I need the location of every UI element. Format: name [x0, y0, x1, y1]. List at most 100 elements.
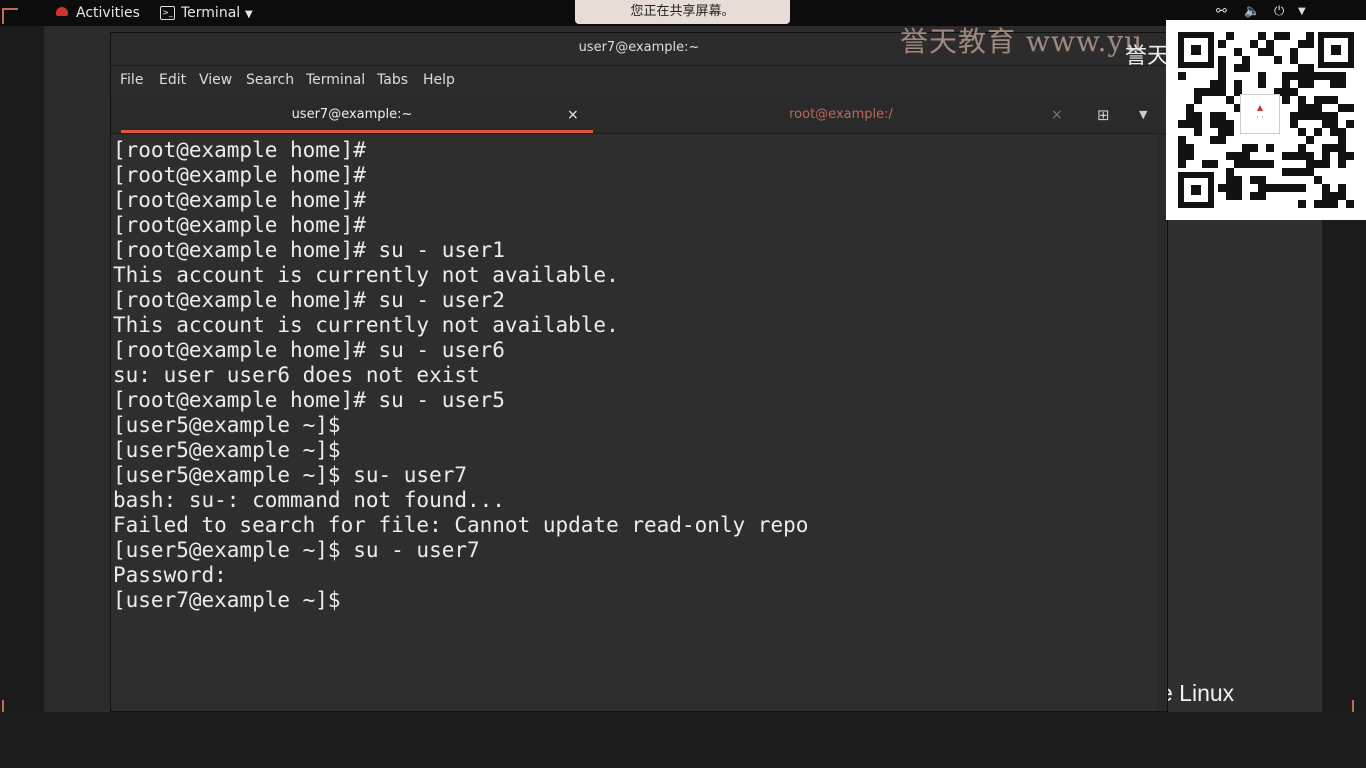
qr-finder — [1178, 32, 1214, 68]
qr-module — [1250, 192, 1258, 200]
close-icon[interactable]: × — [1051, 97, 1063, 133]
qr-module — [1306, 104, 1314, 112]
terminal-window[interactable]: user7@example:~ File Edit View Search Te… — [110, 32, 1168, 712]
qr-module — [1338, 128, 1346, 136]
qr-module — [1338, 144, 1346, 152]
qr-module — [1306, 80, 1314, 88]
qr-module — [1330, 192, 1338, 200]
system-menu-chevron-icon[interactable]: ▼ — [1298, 6, 1306, 17]
active-tab-indicator — [121, 130, 593, 133]
background-brand-text: e Linux — [1160, 680, 1235, 706]
qr-module — [1218, 72, 1226, 80]
qr-module — [1210, 88, 1218, 96]
watermark-partial: 誉天 — [1125, 44, 1170, 69]
terminal-line: Failed to search for file: Cannot update… — [113, 513, 809, 537]
qr-module — [1298, 152, 1306, 160]
qr-module — [1250, 160, 1258, 168]
qr-module — [1314, 176, 1322, 184]
terminal-line: [user7@example ~]$ — [113, 588, 341, 612]
qr-module — [1218, 64, 1226, 72]
menu-bar: File Edit View Search Terminal Tabs Help — [111, 66, 1167, 96]
qr-module — [1266, 48, 1274, 56]
menu-edit[interactable]: Edit — [159, 72, 186, 88]
qr-module — [1226, 96, 1234, 104]
activities-button[interactable]: Activities — [76, 3, 140, 23]
volume-icon[interactable]: 🔈 — [1244, 4, 1260, 19]
qr-module — [1226, 152, 1234, 160]
power-icon[interactable]: ⏻ — [1274, 4, 1284, 19]
qr-module — [1282, 152, 1290, 160]
terminal-line: [user5@example ~]$ — [113, 438, 341, 462]
qr-module — [1226, 192, 1234, 200]
qr-module — [1250, 144, 1258, 152]
qr-module — [1338, 184, 1346, 192]
qr-module — [1226, 128, 1234, 136]
qr-module — [1186, 152, 1194, 160]
network-icon[interactable]: ⚯ — [1216, 4, 1227, 19]
qr-module — [1306, 64, 1314, 72]
qr-module — [1322, 200, 1330, 208]
qr-module — [1258, 176, 1266, 184]
qr-module — [1202, 160, 1210, 168]
menu-help[interactable]: Help — [423, 72, 455, 88]
qr-module — [1258, 48, 1266, 56]
qr-module — [1330, 112, 1338, 120]
qr-module — [1266, 144, 1274, 152]
qr-module — [1298, 80, 1306, 88]
menu-file[interactable]: File — [120, 72, 143, 88]
chevron-down-icon[interactable]: ▼ — [245, 5, 253, 25]
tab-user7[interactable]: user7@example:~ × — [111, 97, 593, 133]
qr-module — [1178, 152, 1186, 160]
qr-module — [1298, 168, 1306, 176]
menu-tabs[interactable]: Tabs — [377, 72, 408, 88]
qr-module — [1314, 104, 1322, 112]
qr-module — [1194, 112, 1202, 120]
qr-module — [1218, 56, 1226, 64]
qr-module — [1258, 184, 1266, 192]
qr-module — [1218, 112, 1226, 120]
qr-module — [1330, 128, 1338, 136]
qr-module — [1186, 112, 1194, 120]
qr-module — [1298, 64, 1306, 72]
terminal-line: [root@example home]# — [113, 188, 366, 212]
scrollbar[interactable] — [1157, 134, 1167, 710]
close-icon[interactable]: × — [567, 97, 579, 133]
qr-module — [1194, 128, 1202, 136]
qr-module — [1234, 176, 1242, 184]
terminal-line: [user5@example ~]$ — [113, 413, 341, 437]
qr-module — [1258, 32, 1266, 40]
qr-module — [1290, 88, 1298, 96]
qr-module — [1234, 152, 1242, 160]
app-menu-terminal[interactable]: Terminal — [181, 3, 240, 23]
qr-module — [1210, 160, 1218, 168]
terminal-output[interactable]: [root@example home]# [root@example home]#… — [111, 134, 1165, 710]
tab-menu-chevron-icon[interactable]: ▼ — [1139, 97, 1147, 133]
qr-module — [1250, 176, 1258, 184]
tab-root[interactable]: root@example:/ × — [593, 97, 1089, 133]
terminal-line: This account is currently not available. — [113, 263, 619, 287]
qr-module — [1242, 56, 1250, 64]
qr-module — [1258, 72, 1266, 80]
qr-module — [1322, 192, 1330, 200]
menu-view[interactable]: View — [199, 72, 232, 88]
qr-module — [1330, 144, 1338, 152]
qr-module — [1258, 192, 1266, 200]
qr-module — [1242, 160, 1250, 168]
qr-module — [1290, 184, 1298, 192]
qr-module — [1314, 96, 1322, 104]
qr-module — [1250, 40, 1258, 48]
qr-module — [1226, 120, 1234, 128]
screen-share-banner[interactable]: 您正在共享屏幕。 — [575, 0, 790, 24]
qr-module — [1234, 80, 1242, 88]
qr-module — [1282, 72, 1290, 80]
qr-module — [1218, 40, 1226, 48]
menu-search[interactable]: Search — [246, 72, 294, 88]
qr-module — [1266, 160, 1274, 168]
qr-module — [1330, 200, 1338, 208]
qr-module — [1338, 192, 1346, 200]
new-tab-icon[interactable]: ⊞ — [1097, 97, 1110, 133]
qr-module — [1258, 80, 1266, 88]
menu-terminal[interactable]: Terminal — [306, 72, 365, 88]
terminal-line: [root@example home]# — [113, 163, 366, 187]
qr-module — [1218, 120, 1226, 128]
